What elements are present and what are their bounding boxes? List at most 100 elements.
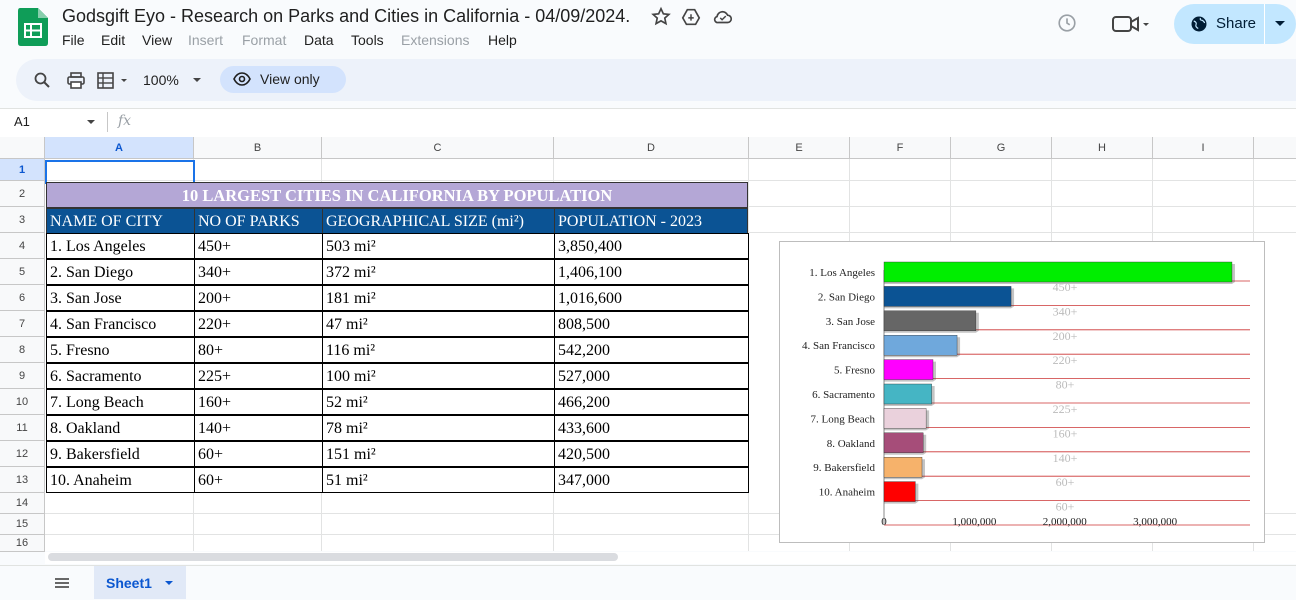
header-parks[interactable]: NO OF PARKS <box>194 208 323 234</box>
menu-tools[interactable]: Tools <box>351 32 384 48</box>
row-header-5[interactable]: 5 <box>0 259 45 285</box>
cell-parks[interactable]: 220+ <box>194 311 323 337</box>
table-title[interactable]: 10 LARGEST CITIES IN CALIFORNIA BY POPUL… <box>46 182 748 208</box>
print-icon[interactable] <box>67 72 85 89</box>
cell-size[interactable]: 51 mi² <box>322 467 555 493</box>
select-format-icon[interactable] <box>97 72 131 89</box>
cell-population[interactable]: 3,850,400 <box>554 233 749 259</box>
cell-parks[interactable]: 80+ <box>194 337 323 363</box>
header-city[interactable]: NAME OF CITY <box>46 208 195 234</box>
sheet-tab-dropdown-icon[interactable] <box>164 580 174 586</box>
cell-parks[interactable]: 200+ <box>194 285 323 311</box>
zoom-dropdown-icon[interactable] <box>192 77 202 83</box>
cell-city[interactable]: 7. Long Beach <box>46 389 195 415</box>
cell-city[interactable]: 3. San Jose <box>46 285 195 311</box>
cell-size[interactable]: 151 mi² <box>322 441 555 467</box>
row-header-13[interactable]: 13 <box>0 467 45 493</box>
menu-insert[interactable]: Insert <box>188 32 223 48</box>
cell-population[interactable]: 527,000 <box>554 363 749 389</box>
move-to-drive-icon[interactable] <box>680 6 702 28</box>
menu-edit[interactable]: Edit <box>101 32 125 48</box>
column-header-b[interactable]: B <box>194 137 322 159</box>
version-history-icon[interactable] <box>1056 12 1078 34</box>
cell-size[interactable]: 181 mi² <box>322 285 555 311</box>
cell-population[interactable]: 420,500 <box>554 441 749 467</box>
menu-data[interactable]: Data <box>304 32 334 48</box>
cell-size[interactable]: 372 mi² <box>322 259 555 285</box>
cell-city[interactable]: 9. Bakersfield <box>46 441 195 467</box>
cell-population[interactable]: 1,406,100 <box>554 259 749 285</box>
header-population[interactable]: POPULATION - 2023 <box>554 208 748 234</box>
cell-city[interactable]: 2. San Diego <box>46 259 195 285</box>
row-header-8[interactable]: 8 <box>0 337 45 363</box>
row-header-16[interactable]: 16 <box>0 535 45 552</box>
menu-file[interactable]: File <box>62 32 85 48</box>
select-all-corner[interactable] <box>0 137 45 159</box>
name-box[interactable]: A1 <box>14 114 30 129</box>
all-sheets-icon[interactable] <box>54 577 70 589</box>
cell-population[interactable]: 542,200 <box>554 337 749 363</box>
row-header-6[interactable]: 6 <box>0 285 45 311</box>
menu-help[interactable]: Help <box>488 32 517 48</box>
cell-city[interactable]: 1. Los Angeles <box>46 233 195 259</box>
cell-population[interactable]: 466,200 <box>554 389 749 415</box>
column-header-c[interactable]: C <box>322 137 554 159</box>
cell-parks[interactable]: 225+ <box>194 363 323 389</box>
menu-format[interactable]: Format <box>242 32 286 48</box>
cell-size[interactable]: 78 mi² <box>322 415 555 441</box>
sheet-tab-sheet1[interactable]: Sheet1 <box>94 566 186 599</box>
cell-size[interactable]: 116 mi² <box>322 337 555 363</box>
meet-icon[interactable] <box>1112 14 1152 34</box>
selected-cell-a1[interactable] <box>45 160 195 184</box>
cell-population[interactable]: 1,016,600 <box>554 285 749 311</box>
cell-parks[interactable]: 160+ <box>194 389 323 415</box>
cell-parks[interactable]: 140+ <box>194 415 323 441</box>
column-header-j[interactable] <box>1254 137 1296 159</box>
column-header-a[interactable]: A <box>45 137 194 159</box>
row-header-11[interactable]: 11 <box>0 415 45 441</box>
cell-city[interactable]: 8. Oakland <box>46 415 195 441</box>
menu-view[interactable]: View <box>142 32 172 48</box>
row-header-9[interactable]: 9 <box>0 363 45 389</box>
cell-population[interactable]: 808,500 <box>554 311 749 337</box>
row-header-4[interactable]: 4 <box>0 233 45 259</box>
column-header-h[interactable]: H <box>1052 137 1153 159</box>
population-bar-chart[interactable]: 1. Los Angeles 450+ 2. San Diego 340+ 3. San… <box>779 241 1265 543</box>
cell-size[interactable]: 52 mi² <box>322 389 555 415</box>
row-header-14[interactable]: 14 <box>0 493 45 514</box>
sheets-logo-icon[interactable] <box>18 8 48 46</box>
cell-city[interactable]: 6. Sacramento <box>46 363 195 389</box>
cell-parks[interactable]: 450+ <box>194 233 323 259</box>
cell-parks[interactable]: 60+ <box>194 441 323 467</box>
share-button[interactable]: Share <box>1174 4 1296 44</box>
cloud-status-icon[interactable] <box>712 6 734 28</box>
cell-parks[interactable]: 340+ <box>194 259 323 285</box>
document-title[interactable]: Godsgift Eyo - Research on Parks and Cit… <box>62 6 630 27</box>
column-header-d[interactable]: D <box>554 137 749 159</box>
row-header-2[interactable]: 2 <box>0 181 45 207</box>
cell-city[interactable]: 4. San Francisco <box>46 311 195 337</box>
share-dropdown-icon[interactable] <box>1274 20 1286 28</box>
menu-extensions[interactable]: Extensions <box>401 32 469 48</box>
row-header-12[interactable]: 12 <box>0 441 45 467</box>
cell-population[interactable]: 433,600 <box>554 415 749 441</box>
name-box-dropdown-icon[interactable] <box>86 119 96 125</box>
search-icon[interactable] <box>34 72 50 88</box>
column-header-e[interactable]: E <box>749 137 850 159</box>
row-header-15[interactable]: 15 <box>0 514 45 535</box>
cell-parks[interactable]: 60+ <box>194 467 323 493</box>
row-header-1[interactable]: 1 <box>0 159 45 181</box>
row-header-7[interactable]: 7 <box>0 311 45 337</box>
star-icon[interactable] <box>650 6 672 28</box>
cell-size[interactable]: 503 mi² <box>322 233 555 259</box>
cell-city[interactable]: 5. Fresno <box>46 337 195 363</box>
zoom-select[interactable]: 100% <box>143 72 179 88</box>
column-header-g[interactable]: G <box>951 137 1052 159</box>
horizontal-scrollbar[interactable] <box>48 553 618 561</box>
row-header-10[interactable]: 10 <box>0 389 45 415</box>
column-header-f[interactable]: F <box>850 137 951 159</box>
row-header-3[interactable]: 3 <box>0 207 45 233</box>
cell-size[interactable]: 47 mi² <box>322 311 555 337</box>
view-only-button[interactable]: View only <box>220 66 346 93</box>
cell-city[interactable]: 10. Anaheim <box>46 467 195 493</box>
